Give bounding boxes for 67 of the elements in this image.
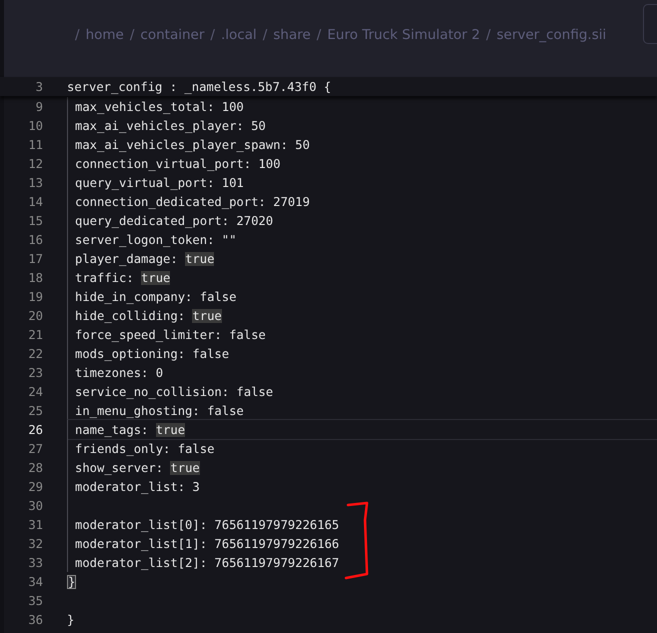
breadcrumb-item[interactable]: Euro Truck Simulator 2 — [327, 26, 480, 42]
line-number: 29 — [27, 480, 44, 494]
code-line: mods_optioning: false — [75, 346, 230, 360]
line-number: 17 — [27, 252, 44, 266]
breadcrumb-separator: / — [486, 26, 491, 42]
line-number: 35 — [27, 594, 44, 608]
code-line: server_logon_token: "" — [75, 232, 236, 246]
line-number: 13 — [27, 176, 44, 190]
line-number: 27 — [27, 442, 44, 456]
line-number: 16 — [27, 232, 44, 246]
code-line: query_dedicated_port: 27020 — [75, 214, 274, 228]
line-number: 21 — [27, 328, 44, 342]
line-number: 19 — [27, 290, 44, 304]
line-number: 3 — [34, 80, 44, 94]
code-line: name_tags: true — [75, 422, 186, 436]
code-line: moderator_list: 3 — [75, 480, 200, 494]
breadcrumb-separator: / — [75, 26, 80, 42]
breadcrumb-item[interactable]: container — [140, 26, 204, 42]
code-line: max_vehicles_total: 100 — [75, 100, 244, 114]
line-number: 34 — [27, 574, 44, 588]
code-line: } — [67, 612, 74, 626]
code-line: moderator_list[0]: 76561197979226165 — [75, 518, 340, 532]
line-number: 11 — [27, 138, 44, 152]
code-line: in_menu_ghosting: false — [75, 404, 244, 418]
line-number: 36 — [27, 612, 44, 626]
code-line: friends_only: false — [75, 442, 214, 456]
code-line: hide_colliding: true — [75, 308, 222, 322]
code-line: query_virtual_port: 101 — [75, 176, 244, 190]
code-line: show_server: true — [75, 460, 200, 474]
code-line: max_ai_vehicles_player: 50 — [75, 118, 266, 132]
code-line: force_speed_limiter: false — [75, 328, 266, 342]
code-line: traffic: true — [75, 270, 170, 284]
line-number: 18 — [27, 270, 44, 284]
line-number: 24 — [27, 384, 44, 398]
line-number: 15 — [27, 214, 44, 228]
breadcrumb-item[interactable]: share — [273, 26, 311, 42]
breadcrumb-item[interactable]: home — [86, 26, 124, 42]
code-line: player_damage: true — [75, 252, 214, 266]
breadcrumb-separator: / — [210, 26, 215, 42]
code-line: moderator_list[2]: 76561197979226167 — [75, 556, 340, 570]
line-number: 25 — [27, 404, 44, 418]
code-line: connection_virtual_port: 100 — [75, 156, 280, 170]
code-line: max_ai_vehicles_player_spawn: 50 — [75, 138, 310, 152]
breadcrumb-separator: / — [316, 26, 322, 42]
line-number: 9 — [34, 100, 44, 114]
line-number: 14 — [27, 194, 44, 208]
line-number: 32 — [27, 536, 44, 550]
line-number: 22 — [27, 346, 44, 360]
breadcrumb-separator: / — [130, 26, 134, 42]
breadcrumb-separator: / — [262, 26, 268, 42]
line-number: 12 — [27, 156, 44, 170]
code-line: connection_dedicated_port: 27019 — [75, 194, 310, 208]
line-number: 10 — [27, 118, 44, 132]
line-number: 31 — [27, 518, 44, 532]
line-number: 30 — [27, 498, 44, 512]
line-number: 26 — [27, 422, 44, 436]
line-number: 23 — [27, 366, 44, 380]
code-line: server_config : _nameless.5b7.43f0 { — [67, 78, 332, 96]
code-line: timezones: 0 — [75, 366, 164, 380]
breadcrumb-item[interactable]: .local — [220, 26, 257, 42]
breadcrumb-item[interactable]: server_config.sii — [496, 26, 606, 42]
line-number: 20 — [27, 308, 44, 322]
line-number: 33 — [27, 556, 44, 570]
code-line: service_no_collision: false — [75, 384, 274, 398]
line-number: 28 — [27, 460, 44, 474]
code-line: hide_in_company: false — [75, 290, 236, 304]
code-line: moderator_list[1]: 76561197979226166 — [75, 536, 340, 550]
